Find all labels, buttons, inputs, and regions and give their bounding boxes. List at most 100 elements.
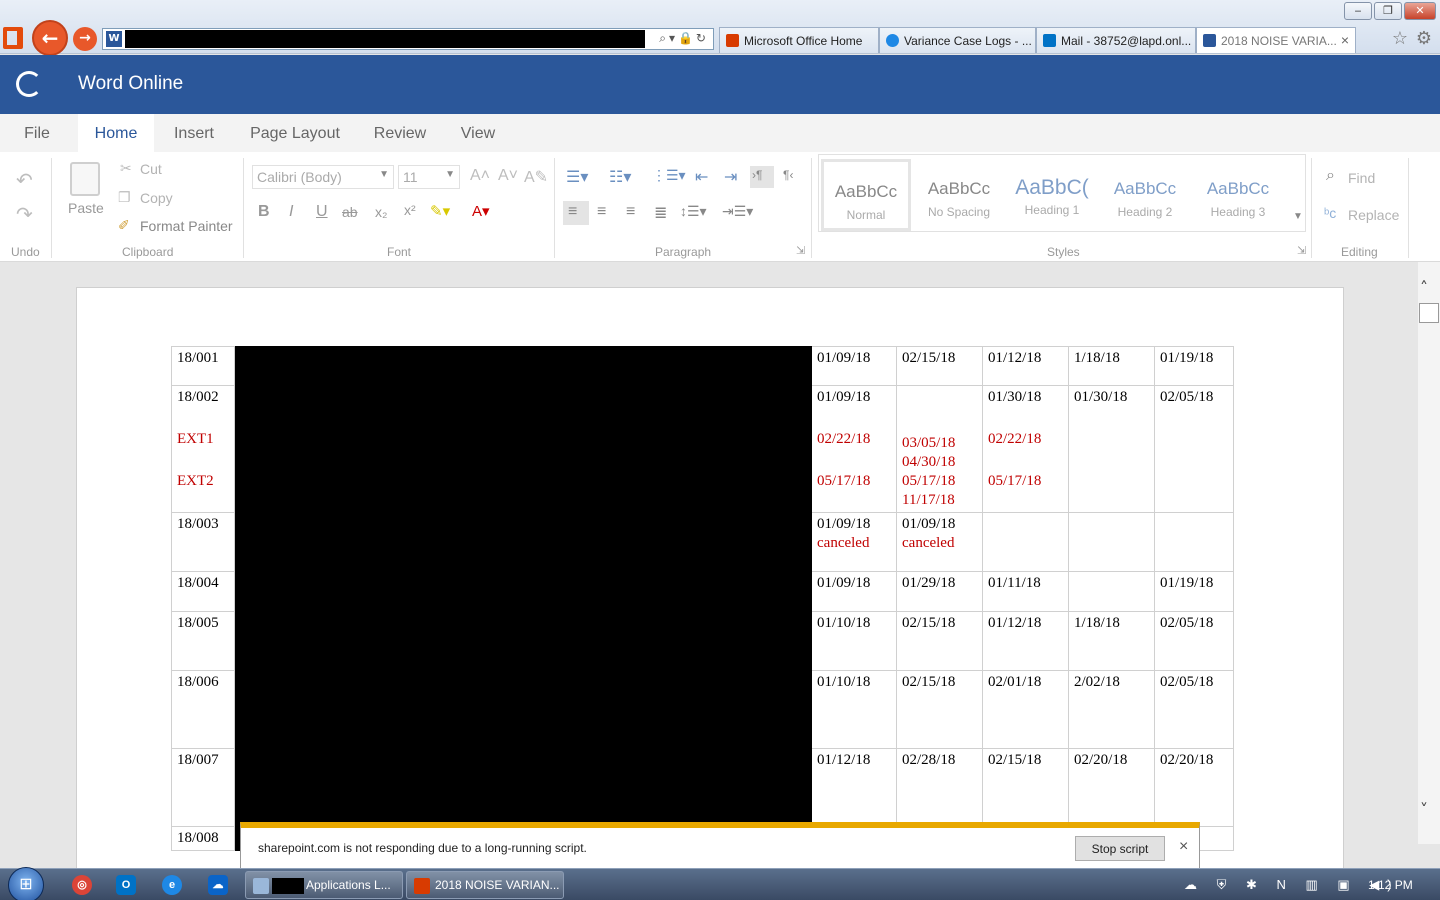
- replace-button[interactable]: Replace: [1348, 207, 1399, 223]
- date-cell[interactable]: [982, 512, 1069, 572]
- decrease-indent-icon[interactable]: ⇤: [695, 167, 708, 187]
- case-id-cell[interactable]: 18/008: [171, 826, 235, 851]
- favorites-star-icon[interactable]: ☆: [1392, 28, 1408, 49]
- style-heading-1[interactable]: AaBbC( Heading 1: [1007, 159, 1097, 231]
- case-id-cell[interactable]: 18/005: [171, 611, 235, 671]
- date-cell[interactable]: 1/18/18: [1068, 346, 1155, 386]
- ie-icon[interactable]: e: [162, 875, 182, 895]
- date-cell[interactable]: 02/15/18: [982, 748, 1069, 827]
- scrollbar-thumb[interactable]: [1419, 303, 1439, 323]
- date-cell[interactable]: 02/28/18: [896, 748, 983, 827]
- date-cell[interactable]: 02/20/18: [1154, 748, 1234, 827]
- date-cell[interactable]: 02/05/18: [1154, 385, 1234, 513]
- date-cell[interactable]: [1154, 512, 1234, 572]
- format-painter-button[interactable]: Format Painter: [140, 218, 233, 234]
- shrink-font-icon[interactable]: A˅: [498, 167, 518, 185]
- multilevel-list-icon[interactable]: ⋮☰▾: [652, 167, 686, 184]
- style-heading-3[interactable]: AaBbCc Heading 3: [1193, 159, 1283, 231]
- scroll-down-icon[interactable]: ˅: [1420, 800, 1428, 819]
- date-cell[interactable]: 01/12/18: [982, 611, 1069, 671]
- font-size-dropdown[interactable]: 11 ▼: [398, 165, 460, 189]
- close-tab-icon[interactable]: ×: [1341, 32, 1349, 48]
- date-cell[interactable]: 01/09/18 02/22/18 05/17/18: [811, 385, 897, 513]
- tab-review[interactable]: Review: [364, 114, 436, 152]
- close-icon[interactable]: ×: [1179, 838, 1188, 856]
- numbering-icon[interactable]: ☷▾: [609, 167, 631, 187]
- redo-icon[interactable]: ↷: [16, 202, 33, 227]
- date-cell[interactable]: [1068, 512, 1155, 572]
- ltr-direction-icon[interactable]: ›¶: [750, 166, 774, 188]
- case-id-cell[interactable]: 18/006: [171, 670, 235, 749]
- tab-2018-noise-variance[interactable]: 2018 NOISE VARIA... ×: [1196, 27, 1356, 53]
- line-spacing-icon[interactable]: ↕☰▾: [680, 203, 707, 220]
- task-2018-noise-variance[interactable]: 2018 NOISE VARIAN...: [406, 871, 564, 899]
- highlight-icon[interactable]: ✎▾: [430, 202, 450, 220]
- date-cell[interactable]: 01/19/18: [1154, 346, 1234, 386]
- onedrive-icon[interactable]: ☁: [208, 875, 228, 895]
- date-cell[interactable]: 02/15/18: [896, 346, 983, 386]
- copy-button[interactable]: Copy: [140, 190, 173, 206]
- date-cell[interactable]: 01/30/18 02/22/18 05/17/18: [982, 385, 1069, 513]
- restore-button[interactable]: ❐: [1374, 2, 1402, 20]
- style-normal[interactable]: AaBbCc Normal: [821, 159, 911, 231]
- align-center-icon[interactable]: ≡: [597, 203, 606, 221]
- date-cell[interactable]: 01/12/18: [982, 346, 1069, 386]
- styles-dialog-launcher-icon[interactable]: ⇲: [1297, 244, 1306, 257]
- format-painter-icon[interactable]: ✐: [118, 217, 130, 234]
- settings-gear-icon[interactable]: ⚙: [1416, 28, 1432, 49]
- outlook-icon[interactable]: O: [116, 875, 136, 895]
- replace-icon[interactable]: ᵇc: [1324, 205, 1336, 221]
- clock[interactable]: 1:12 PM: [1368, 878, 1413, 892]
- date-cell[interactable]: 02/01/18: [982, 670, 1069, 749]
- paragraph-dialog-launcher-icon[interactable]: ⇲: [796, 244, 805, 257]
- subscript-icon[interactable]: x₂: [375, 204, 387, 220]
- date-cell[interactable]: 01/11/18: [982, 571, 1069, 612]
- tab-home[interactable]: Home: [78, 114, 154, 152]
- case-id-cell[interactable]: 18/002 EXT1 EXT2: [171, 385, 235, 513]
- tab-page-layout[interactable]: Page Layout: [240, 114, 350, 152]
- paragraph-indent-icon[interactable]: ⇥☰▾: [722, 203, 753, 220]
- styles-more-icon[interactable]: ▼: [1293, 211, 1303, 222]
- date-cell[interactable]: 01/12/18: [811, 748, 897, 827]
- justify-icon[interactable]: ≣: [654, 203, 667, 223]
- date-cell[interactable]: 2/02/18: [1068, 670, 1155, 749]
- tab-insert[interactable]: Insert: [162, 114, 226, 152]
- superscript-icon[interactable]: x²: [404, 202, 416, 218]
- clear-formatting-icon[interactable]: A✎: [524, 167, 548, 187]
- date-cell[interactable]: 01/09/18 canceled: [896, 512, 983, 572]
- case-id-cell[interactable]: 18/001: [171, 346, 235, 386]
- date-cell[interactable]: 1/18/18: [1068, 611, 1155, 671]
- style-heading-2[interactable]: AaBbCc Heading 2: [1100, 159, 1190, 231]
- find-icon[interactable]: ⌕: [1326, 167, 1335, 185]
- undo-icon[interactable]: ↶: [16, 168, 33, 193]
- forward-button[interactable]: →: [73, 27, 97, 51]
- task-applications[interactable]: Applications L...: [245, 871, 403, 899]
- cut-button[interactable]: Cut: [140, 161, 162, 177]
- date-cell[interactable]: [1068, 571, 1155, 612]
- bold-icon[interactable]: B: [258, 203, 270, 221]
- underline-icon[interactable]: U: [316, 203, 328, 221]
- case-id-cell[interactable]: 18/007: [171, 748, 235, 827]
- font-color-icon[interactable]: A▾: [472, 202, 490, 220]
- cut-icon[interactable]: ✂: [120, 160, 132, 177]
- date-cell[interactable]: 01/19/18: [1154, 571, 1234, 612]
- date-cell[interactable]: 02/05/18: [1154, 670, 1234, 749]
- align-right-icon[interactable]: ≡: [626, 203, 635, 221]
- date-cell[interactable]: 02/15/18: [896, 611, 983, 671]
- align-left-icon[interactable]: ≡: [563, 201, 589, 225]
- style-no-spacing[interactable]: AaBbCc No Spacing: [914, 159, 1004, 231]
- back-button[interactable]: ←: [32, 20, 68, 56]
- strikethrough-icon[interactable]: ab: [342, 204, 358, 220]
- date-cell[interactable]: 02/05/18: [1154, 611, 1234, 671]
- copy-icon[interactable]: ❐: [118, 189, 131, 206]
- start-button[interactable]: ⊞: [8, 867, 44, 900]
- minimize-button[interactable]: ‒: [1344, 2, 1372, 20]
- date-cell[interactable]: 01/29/18: [896, 571, 983, 612]
- paste-button[interactable]: Paste: [64, 160, 108, 220]
- date-cell[interactable]: 01/10/18: [811, 611, 897, 671]
- document-page[interactable]: 18/001 01/09/18 02/15/18 01/12/18 1/18/18 01/…: [76, 287, 1344, 887]
- find-button[interactable]: Find: [1348, 170, 1375, 186]
- case-id-cell[interactable]: 18/004: [171, 571, 235, 612]
- stop-script-button[interactable]: Stop script: [1075, 836, 1165, 861]
- date-cell[interactable]: 01/10/18: [811, 670, 897, 749]
